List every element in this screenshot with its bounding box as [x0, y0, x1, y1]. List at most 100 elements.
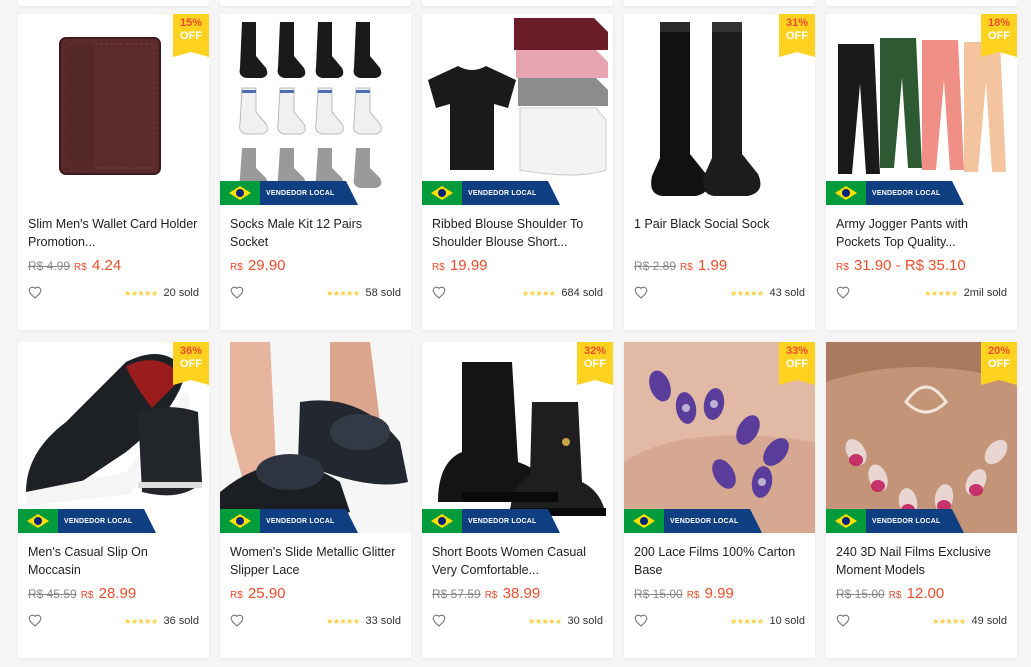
blouse-image[interactable]: VENDEDOR LOCAL — [422, 14, 613, 205]
brazil-flag-icon — [220, 181, 260, 205]
product-card[interactable]: 31% OFF 1 Pair Black Social Sock R$ 2.89 R$ … — [624, 14, 815, 330]
nail-films-3d-image[interactable]: 20% OFF VENDEDOR LOCAL — [826, 342, 1017, 533]
heart-icon[interactable] — [28, 286, 42, 300]
current-price: R$ 38.99 — [485, 585, 541, 602]
sold-count: 2mil sold — [963, 287, 1007, 299]
meta-row: ★★★★★ 20 sold — [28, 285, 199, 301]
sold-count: 20 sold — [163, 287, 199, 299]
meta-row: ★★★★★ 684 sold — [432, 285, 603, 301]
jogger-pants-image[interactable]: 18% OFF VENDEDOR LOCAL — [826, 14, 1017, 205]
currency-symbol: R$ — [484, 590, 498, 601]
brazil-flag-icon — [220, 509, 260, 533]
currency-symbol: R$ — [80, 590, 94, 601]
product-title[interactable]: Men's Casual Slip On Moccasin — [28, 543, 199, 579]
discount-off-label: OFF — [988, 30, 1010, 42]
rating-stars: ★★★★★ — [730, 616, 764, 626]
currency-symbol: R$ — [836, 262, 849, 273]
discount-percent: 20% — [987, 345, 1011, 357]
current-price: R$ 9.99 — [687, 585, 734, 602]
price-value: 25.90 — [247, 585, 286, 602]
heart-icon[interactable] — [836, 614, 850, 628]
product-title[interactable]: Short Boots Women Casual Very Comfortabl… — [432, 543, 603, 579]
discount-percent: 32% — [583, 345, 607, 357]
discount-percent: 31% — [785, 17, 809, 29]
socks-kit-image[interactable]: VENDEDOR LOCAL — [220, 14, 411, 205]
moccasin-image[interactable]: 36% OFF VENDEDOR LOCAL — [18, 342, 209, 533]
sold-count: 43 sold — [769, 287, 805, 299]
product-card[interactable]: 33% OFF VENDEDOR LOCAL 200 Lace Films 100% … — [624, 342, 815, 658]
previous-row-card-edges — [0, 0, 1031, 8]
heart-icon[interactable] — [230, 614, 244, 628]
discount-badge: 15% OFF — [173, 14, 209, 57]
heart-icon[interactable] — [836, 286, 850, 300]
current-price: R$ 12.00 — [889, 585, 945, 602]
card-edge — [422, 0, 613, 6]
card-edge — [18, 0, 209, 6]
sold-count: 33 sold — [365, 615, 401, 627]
discount-badge: 18% OFF — [981, 14, 1017, 57]
currency-symbol: R$ — [680, 262, 693, 273]
vendor-label: VENDEDOR LOCAL — [468, 189, 537, 197]
price-row: R$ 31.90 - R$ 35.10 — [836, 257, 1007, 277]
product-card[interactable]: 15% OFF Slim Men's Wallet Card Holder Prom… — [18, 14, 209, 330]
product-title[interactable]: Socks Male Kit 12 Pairs Socket — [230, 215, 401, 251]
local-vendor-badge: VENDEDOR LOCAL — [826, 509, 964, 533]
discount-percent: 33% — [785, 345, 809, 357]
sold-count: 10 sold — [769, 615, 805, 627]
product-card[interactable]: 20% OFF VENDEDOR LOCAL 240 3D Nail Films Ex… — [826, 342, 1017, 658]
rating-stars: ★★★★★ — [730, 288, 764, 298]
price-value: 4.24 — [92, 257, 122, 274]
rating-stars: ★★★★★ — [326, 616, 360, 626]
product-card[interactable]: 18% OFF VENDEDOR LOCAL Army Jogger Pants wi… — [826, 14, 1017, 330]
meta-row: ★★★★★ 10 sold — [634, 613, 805, 629]
heart-icon[interactable] — [28, 614, 42, 628]
short-boots-image[interactable]: 32% OFF VENDEDOR LOCAL — [422, 342, 613, 533]
wallet-image[interactable]: 15% OFF — [18, 14, 209, 205]
product-title[interactable]: Ribbed Blouse Shoulder To Shoulder Blous… — [432, 215, 603, 251]
discount-badge: 36% OFF — [173, 342, 209, 385]
product-card[interactable]: VENDEDOR LOCAL Socks Male Kit 12 Pairs So… — [220, 14, 411, 330]
heart-icon[interactable] — [634, 286, 648, 300]
rating-stars: ★★★★★ — [522, 288, 556, 298]
price-value: 19.99 — [449, 257, 488, 274]
discount-off-label: OFF — [180, 30, 202, 42]
slide-slipper-image[interactable]: VENDEDOR LOCAL — [220, 342, 411, 533]
meta-row: ★★★★★ 58 sold — [230, 285, 401, 301]
sold-count: 58 sold — [365, 287, 401, 299]
rating-stars: ★★★★★ — [924, 288, 958, 298]
current-price: R$ 1.99 — [680, 257, 727, 274]
local-vendor-badge: VENDEDOR LOCAL — [422, 509, 560, 533]
price-value: 1.99 — [698, 257, 728, 274]
rating-stars: ★★★★★ — [528, 616, 562, 626]
heart-icon[interactable] — [230, 286, 244, 300]
currency-symbol: R$ — [230, 262, 243, 273]
original-price: R$ 15.00 — [836, 587, 885, 601]
brazil-flag-icon — [624, 509, 664, 533]
product-title[interactable]: 1 Pair Black Social Sock — [634, 215, 805, 251]
heart-icon[interactable] — [634, 614, 648, 628]
discount-off-label: OFF — [786, 30, 808, 42]
nail-films-lace-image[interactable]: 33% OFF VENDEDOR LOCAL — [624, 342, 815, 533]
sold-count: 36 sold — [163, 615, 199, 627]
sold-count: 684 sold — [561, 287, 603, 299]
product-title[interactable]: 200 Lace Films 100% Carton Base — [634, 543, 805, 579]
product-card[interactable]: VENDEDOR LOCAL Women's Slide Metallic Gli… — [220, 342, 411, 658]
price-row: R$ 25.90 — [230, 585, 401, 605]
product-card[interactable]: 36% OFF VENDEDOR LOCAL Men's Casual Slip On… — [18, 342, 209, 658]
product-title[interactable]: Slim Men's Wallet Card Holder Promotion.… — [28, 215, 199, 251]
heart-icon[interactable] — [432, 614, 446, 628]
local-vendor-badge: VENDEDOR LOCAL — [422, 181, 560, 205]
black-sock-image[interactable]: 31% OFF — [624, 14, 815, 205]
product-card[interactable]: 32% OFF VENDEDOR LOCAL Short Boots Women Ca… — [422, 342, 613, 658]
price-row: R$ 29.90 — [230, 257, 401, 277]
brazil-flag-icon — [422, 509, 462, 533]
rating-stars: ★★★★★ — [326, 288, 360, 298]
product-title[interactable]: Army Jogger Pants with Pockets Top Quali… — [836, 215, 1007, 251]
product-card[interactable]: VENDEDOR LOCAL Ribbed Blouse Shoulder To … — [422, 14, 613, 330]
product-title[interactable]: 240 3D Nail Films Exclusive Moment Model… — [836, 543, 1007, 579]
currency-symbol: R$ — [230, 590, 243, 601]
current-price: R$ 25.90 — [230, 585, 286, 602]
original-price: R$ 15.00 — [634, 587, 683, 601]
product-title[interactable]: Women's Slide Metallic Glitter Slipper L… — [230, 543, 401, 579]
heart-icon[interactable] — [432, 286, 446, 300]
